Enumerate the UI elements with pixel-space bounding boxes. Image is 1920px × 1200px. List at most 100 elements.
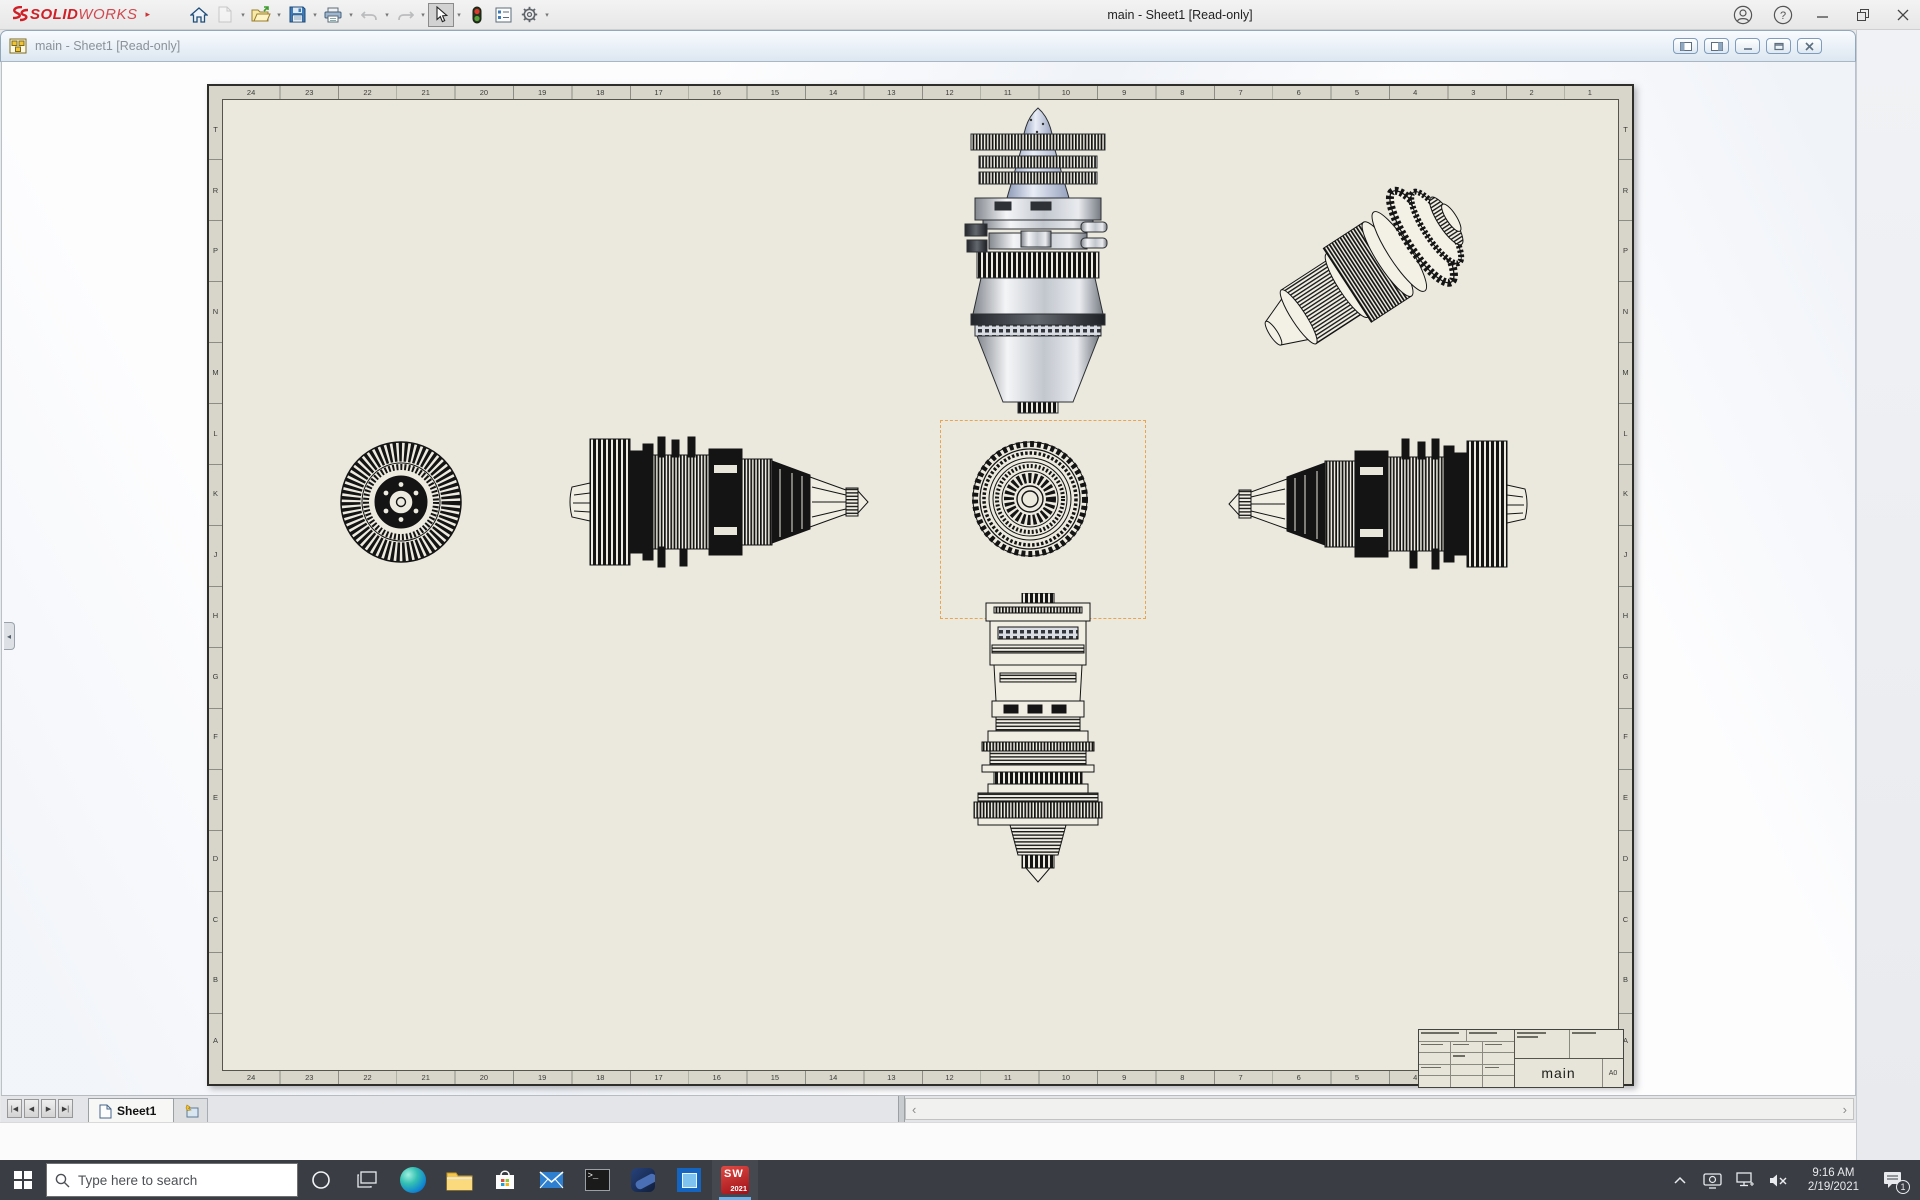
pane-left-button[interactable]: [1673, 38, 1698, 54]
status-strip: [0, 1122, 1856, 1160]
zone-label: 23: [305, 88, 314, 97]
close-button[interactable]: [1892, 4, 1914, 26]
zone-label: H: [212, 610, 219, 620]
previous-sheet-button[interactable]: ◀: [24, 1099, 39, 1118]
photos-button[interactable]: [666, 1160, 712, 1200]
zone-label: 14: [828, 88, 838, 97]
next-sheet-icon: ▶: [45, 1105, 52, 1113]
solidworks-taskbar-button[interactable]: SW 2021: [712, 1160, 758, 1200]
terminal-button[interactable]: >_: [574, 1160, 620, 1200]
search-input[interactable]: [78, 1172, 278, 1188]
edge-button[interactable]: [390, 1160, 436, 1200]
save-button[interactable]: [284, 3, 310, 27]
menu-flyout-arrow-icon[interactable]: ▸: [146, 9, 151, 20]
doc-minimize-button[interactable]: [1735, 38, 1760, 54]
sheet-drawing-field[interactable]: main A0: [222, 99, 1624, 1088]
redo-button[interactable]: [392, 3, 418, 27]
task-view-button[interactable]: [344, 1160, 390, 1200]
home-button[interactable]: [186, 3, 212, 27]
window-title: main - Sheet1 [Read-only]: [1107, 8, 1253, 22]
cortana-button[interactable]: [298, 1160, 344, 1200]
previous-sheet-icon: ◀: [28, 1105, 35, 1113]
drawing-view-side-left[interactable]: [568, 431, 870, 573]
meet-now-button[interactable]: [1701, 1165, 1725, 1195]
help-button[interactable]: ?: [1772, 4, 1794, 26]
taskbar-search[interactable]: [46, 1163, 298, 1197]
drawing-view-rear-center[interactable]: [967, 436, 1093, 562]
task-pane-strip[interactable]: [1856, 30, 1920, 1160]
tab-sheet1[interactable]: Sheet1: [88, 1098, 174, 1123]
solidworks-2021-icon: SW 2021: [721, 1166, 749, 1194]
traffic-light-icon: [472, 6, 482, 23]
doc-restore-button[interactable]: [1766, 38, 1791, 54]
zone-label: K: [1622, 489, 1628, 499]
open-dropdown-arrow[interactable]: ▾: [274, 11, 284, 19]
drawing-view-fan-front[interactable]: [337, 438, 465, 566]
new-dropdown-arrow[interactable]: ▾: [238, 11, 248, 19]
cortana-icon: [312, 1171, 330, 1189]
network-button[interactable]: [1734, 1165, 1758, 1195]
restore-button[interactable]: [1852, 4, 1874, 26]
mail-button[interactable]: [528, 1160, 574, 1200]
horizontal-scrollbar[interactable]: ‹ ›: [905, 1098, 1854, 1120]
zone-label: J: [1623, 550, 1628, 560]
scroll-left-icon[interactable]: ‹: [912, 1102, 916, 1117]
file-explorer-button[interactable]: [436, 1160, 482, 1200]
undo-button[interactable]: [356, 3, 382, 27]
add-sheet-icon: [185, 1104, 198, 1118]
pane-right-button[interactable]: [1704, 38, 1729, 54]
drawing-view-isometric[interactable]: [1245, 142, 1515, 382]
undo-dropdown-arrow[interactable]: ▾: [382, 11, 392, 19]
solidworks-logo[interactable]: SOLID WORKS ▸: [0, 0, 160, 29]
show-hidden-icons-button[interactable]: [1668, 1165, 1692, 1195]
zone-ruler-left: T R P N M L K J H G F E D C B A: [209, 99, 222, 1071]
store-button[interactable]: [482, 1160, 528, 1200]
zone-label: 14: [828, 1073, 838, 1082]
redo-dropdown-arrow[interactable]: ▾: [418, 11, 428, 19]
panel-collapse-handle[interactable]: ◂: [4, 622, 15, 650]
zone-label: 8: [1180, 88, 1185, 97]
scroll-right-icon[interactable]: ›: [1843, 1102, 1847, 1117]
zone-label: E: [212, 793, 218, 803]
title-block[interactable]: main A0: [1418, 1029, 1624, 1088]
taskbar-clock[interactable]: 9:16 AM 2/19/2021: [1800, 1166, 1867, 1194]
print-dropdown-arrow[interactable]: ▾: [346, 11, 356, 19]
last-sheet-button[interactable]: ▶|: [58, 1099, 73, 1118]
print-button[interactable]: [320, 3, 346, 27]
next-sheet-button[interactable]: ▶: [41, 1099, 56, 1118]
zone-label: A: [212, 1036, 218, 1046]
drawing-view-side-right[interactable]: [1227, 433, 1529, 575]
volume-button[interactable]: [1767, 1165, 1791, 1195]
zone-label: K: [212, 489, 218, 499]
tab-scroll-splitter[interactable]: [898, 1096, 905, 1122]
drawing-view-bottom[interactable]: [970, 593, 1106, 885]
edrawings-button[interactable]: [620, 1160, 666, 1200]
zone-label: C: [1622, 914, 1629, 924]
zone-label: L: [1623, 428, 1628, 438]
zone-label: 24: [246, 88, 256, 97]
add-sheet-button[interactable]: [174, 1098, 208, 1123]
first-sheet-button[interactable]: |◀: [7, 1099, 22, 1118]
options-dropdown-arrow[interactable]: ▾: [542, 11, 552, 19]
action-center-button[interactable]: 1: [1876, 1165, 1910, 1195]
zone-label: T: [1623, 124, 1628, 134]
save-dropdown-arrow[interactable]: ▾: [310, 11, 320, 19]
select-tool-button[interactable]: [428, 2, 455, 27]
graphics-area[interactable]: 24 23 22 21 20 19 18 17 16 15 14 13 12 11 10 9 8 7 6 5 4 3 2 1 …: [1, 62, 1856, 1095]
zone-label: 7: [1238, 88, 1243, 97]
start-button[interactable]: [0, 1160, 46, 1200]
doc-close-button[interactable]: [1797, 38, 1822, 54]
new-document-button[interactable]: [212, 3, 238, 27]
drawing-sheet[interactable]: 24 23 22 21 20 19 18 17 16 15 14 13 12 11 10 9 8 7 6 5 4 3 2 1 …: [207, 84, 1634, 1088]
minimize-button[interactable]: [1812, 4, 1834, 26]
options-button[interactable]: [516, 3, 542, 27]
performance-evaluation-button[interactable]: [464, 3, 490, 27]
document-window-titlebar[interactable]: main - Sheet1 [Read-only]: [0, 30, 1856, 62]
open-button[interactable]: [248, 3, 274, 27]
select-dropdown-arrow[interactable]: ▾: [454, 11, 464, 19]
document-properties-button[interactable]: [490, 3, 516, 27]
drawing-view-top-shaded[interactable]: [963, 106, 1113, 418]
store-icon: [496, 1170, 514, 1189]
volume-muted-icon: [1770, 1174, 1787, 1186]
account-button[interactable]: [1732, 4, 1754, 26]
